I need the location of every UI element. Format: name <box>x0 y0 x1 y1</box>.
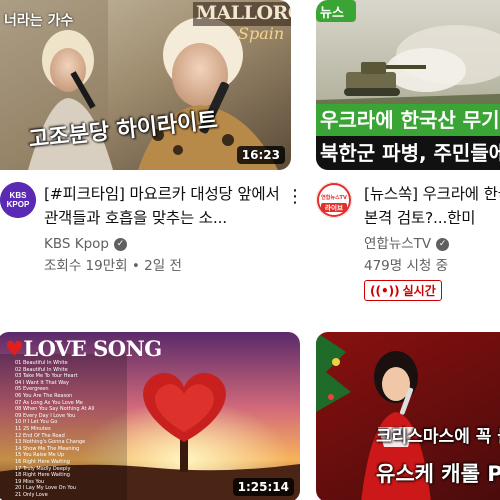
video-meta: [#피크타임] 마요르카 대성당 앞에서 관객들과 호흡을 맞추는 소... K… <box>44 182 284 276</box>
live-badge: ((•)) 실시간 <box>364 280 442 301</box>
tracklist-item: 14 Show Me The Meaning <box>15 445 80 452</box>
tracklist-item: 11 25 Minutes <box>15 425 51 432</box>
tracklist-item: 17 Truly Madly Deeply <box>15 465 71 472</box>
view-count: 조회수 19만회 <box>44 258 128 274</box>
upload-age: 2일 전 <box>144 258 182 274</box>
thumbnail-caption: 너라는 가수 <box>4 13 74 29</box>
thumbnail-title: MALLORCA <box>196 2 291 24</box>
channel-name[interactable]: KBS Kpop ✓ <box>44 234 284 254</box>
channel-label: 연합뉴스TV <box>364 236 432 252</box>
tracklist-item: 19 Miss You <box>15 478 45 485</box>
video-stats: 조회수 19만회 • 2일 전 <box>44 256 284 276</box>
tracklist-item: 08 When You Say Nothing At All <box>15 406 95 413</box>
tracklist-item: 07 As Long As You Love Me <box>15 399 83 406</box>
watching-count: 479명 시청 중 <box>364 258 449 274</box>
video-title[interactable]: [#피크타임] 마요르카 대성당 앞에서 관객들과 호흡을 맞추는 소... <box>44 182 284 230</box>
tracklist-item: 06 You Are The Reason <box>15 392 73 399</box>
tracklist-item: 15 You Raise Me Up <box>15 452 65 459</box>
live-signal-icon: ((•)) <box>370 283 400 298</box>
live-badge-label: 실시간 <box>402 284 436 298</box>
video-duration: 1:25:14 <box>232 478 294 496</box>
thumbnail-banner: 북한군 파병, 주민들에 <box>316 136 500 170</box>
tracklist-item: 12 End Of The Road <box>15 432 65 439</box>
verified-check-icon: ✓ <box>436 237 450 251</box>
channel-avatar[interactable]: KBS KPOP <box>0 182 36 218</box>
live-label: 라이브 <box>325 203 343 212</box>
tracklist-item: 18 Right Here Waiting <box>15 472 70 479</box>
video-duration: 16:23 <box>236 146 285 164</box>
tracklist-item: 03 Take Me To Your Heart <box>15 373 78 380</box>
video-thumbnail[interactable]: 뉴스 우크라에 한국산 무기 북한군 파병, 주민들에 <box>316 0 500 170</box>
tracklist-item: 09 Every Day I Love You <box>15 412 76 419</box>
video-title[interactable]: [뉴스쏙] 우크라에 한국산 무기 지원 본격 검토?...한미 <box>364 182 500 230</box>
tracklist-item: 02 Beautiful In White <box>15 366 68 373</box>
kbs-kpop-logo-icon: KBS KPOP <box>0 182 36 218</box>
yonhap-news-logo-icon: 연합뉴스TV 라이브 <box>316 182 352 218</box>
video-thumbnail[interactable]: ♥LOVE SONG 01 Beautiful In White 02 Beaut… <box>0 332 300 500</box>
svg-text:연합뉴스TV: 연합뉴스TV <box>321 194 347 201</box>
verified-check-icon: ✓ <box>114 237 127 251</box>
video-meta: [뉴스쏙] 우크라에 한국산 무기 지원 본격 검토?...한미 연합뉴스TV … <box>364 182 500 301</box>
tracklist-item: 10 If I Let You Go <box>15 419 58 426</box>
dot-separator: • <box>131 258 145 274</box>
channel-label: KBS Kpop <box>44 236 109 252</box>
svg-text:KPOP: KPOP <box>7 200 30 209</box>
channel-avatar[interactable]: 연합뉴스TV 라이브 <box>316 182 352 218</box>
thumbnail-script: Spain <box>238 24 285 43</box>
tracklist-item: 20 I Lay My Love On You <box>15 485 76 492</box>
thumbnail-banner: 우크라에 한국산 무기 <box>316 104 500 136</box>
svg-text:KBS: KBS <box>10 191 28 200</box>
tracklist-item: 13 Nothing's Gonna Change <box>15 439 86 446</box>
tracklist: 01 Beautiful In White 02 Beautiful In Whi… <box>15 360 94 498</box>
more-options-icon[interactable]: ⋮ <box>286 186 304 208</box>
video-thumbnail[interactable]: 크리스마스에 꼭 들 유스케 캐롤 P <box>316 332 500 500</box>
tracklist-item: 05 Evergreen <box>15 386 49 393</box>
tracklist-item: 21 Only Love <box>15 491 48 498</box>
news-badge: 뉴스 <box>320 6 344 21</box>
tracklist-item: 04 I Want It That Way <box>15 379 69 386</box>
thumbnail-caption: 크리스마스에 꼭 들 <box>376 427 500 447</box>
channel-name[interactable]: 연합뉴스TV ✓ <box>364 234 500 254</box>
tracklist-item: 01 Beautiful In White <box>15 360 68 366</box>
thumbnail-caption: 유스케 캐롤 P <box>376 462 500 486</box>
video-grid: MALLORCA Spain 너라는 가수 고조분당 하이라이트 16:23 K… <box>0 0 500 500</box>
thumbnail-title: ♥LOVE SONG <box>5 336 162 361</box>
heart-icon: ♥ <box>5 336 24 361</box>
video-thumbnail[interactable]: MALLORCA Spain 너라는 가수 고조분당 하이라이트 16:23 <box>0 0 291 170</box>
tracklist-item: 16 Right Here Waiting <box>15 458 70 465</box>
